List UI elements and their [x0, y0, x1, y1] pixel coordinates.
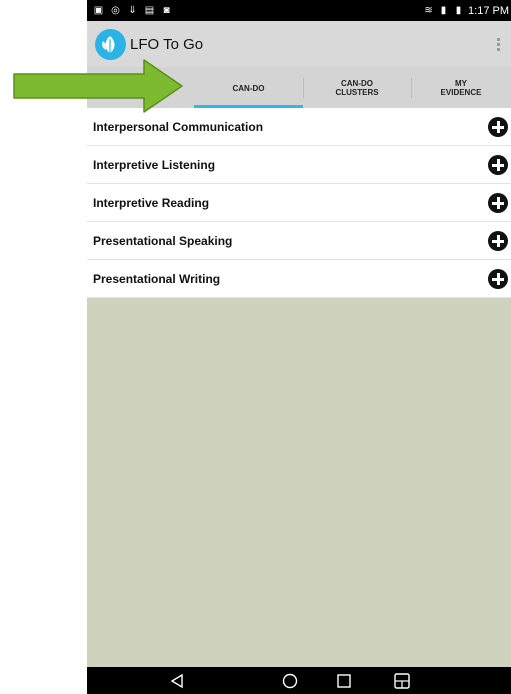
tab-can-do-clusters[interactable]: CAN-DO CLUSTERS — [303, 68, 411, 108]
recent-apps-icon[interactable] — [334, 671, 354, 691]
download-notification-icon: ⇓ — [128, 4, 137, 16]
tab-label: CAN-DO CLUSTERS — [335, 79, 379, 97]
tab-can-do[interactable]: CAN-DO — [194, 68, 303, 108]
bag-notification-icon: ◙ — [163, 4, 170, 16]
tab-label: CAN-DO — [232, 83, 265, 93]
back-icon[interactable] — [167, 671, 187, 691]
status-time: 1:17 PM — [468, 4, 509, 17]
list-item-label: Interpersonal Communication — [93, 119, 264, 134]
list-item[interactable]: Presentational Writing — [87, 260, 511, 298]
status-bar: ▣ ◎ ⇓ ▤ ◙ ≋ ▮ ▮ 1:17 PM — [87, 0, 511, 21]
add-icon[interactable] — [488, 193, 508, 213]
add-icon[interactable] — [488, 231, 508, 251]
app-title: LFO To Go — [130, 36, 204, 53]
list-item[interactable]: Interpretive Listening — [87, 146, 511, 184]
battery-icon: ▮ — [455, 4, 462, 16]
list-item-label: Presentational Writing — [93, 271, 221, 286]
add-icon[interactable] — [488, 155, 508, 175]
wifi-notification-icon: ◎ — [111, 4, 120, 16]
home-icon[interactable] — [280, 671, 300, 691]
multi-window-icon[interactable] — [392, 671, 412, 691]
annotation-arrow-icon — [13, 59, 183, 113]
wifi-signal-icon: ≋ — [424, 4, 433, 16]
overflow-menu-icon[interactable] — [497, 38, 501, 51]
add-icon[interactable] — [488, 269, 508, 289]
tab-my-evidence[interactable]: MY EVIDENCE — [411, 68, 511, 108]
add-icon[interactable] — [488, 117, 508, 137]
category-list: Interpersonal Communication Interpretive… — [87, 108, 511, 298]
list-item-label: Presentational Speaking — [93, 233, 233, 248]
cell-signal-icon: ▮ — [440, 4, 447, 16]
list-item-label: Interpretive Listening — [93, 157, 216, 172]
list-item[interactable]: Interpretive Reading — [87, 184, 511, 222]
navigation-bar — [87, 667, 511, 694]
list-item[interactable]: Presentational Speaking — [87, 222, 511, 260]
tab-label: MY EVIDENCE — [440, 79, 482, 97]
gallery-notification-icon: ▣ — [93, 4, 104, 16]
message-notification-icon: ▤ — [144, 4, 155, 16]
list-item-label: Interpretive Reading — [93, 195, 210, 210]
app-logo-icon — [95, 29, 126, 60]
